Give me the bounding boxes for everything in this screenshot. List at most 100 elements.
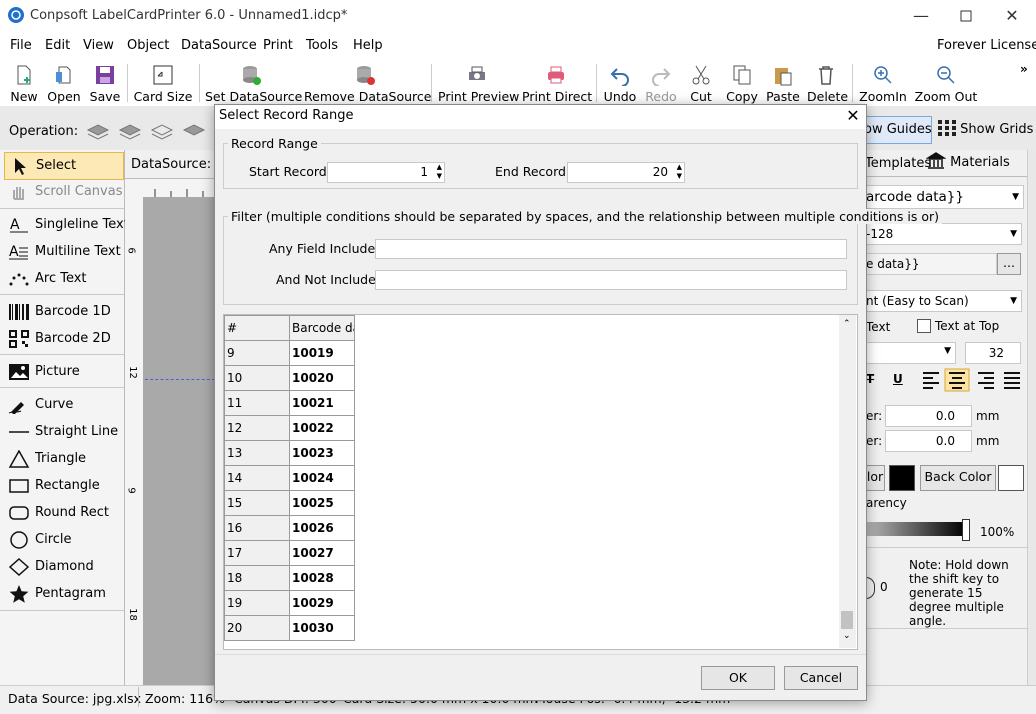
barcode-cell[interactable]: 10030: [289, 615, 355, 641]
back-color-swatch[interactable]: [998, 465, 1024, 491]
strikethrough-button[interactable]: T: [866, 372, 874, 386]
records-grid[interactable]: # Barcode dat 91001910100201110021121002…: [223, 314, 858, 650]
tool-curve[interactable]: Curve: [4, 392, 122, 418]
transparency-slider[interactable]: [865, 522, 965, 536]
ok-button[interactable]: OK: [701, 666, 775, 690]
barcode-cell[interactable]: 10028: [289, 565, 355, 591]
any-field-input[interactable]: [375, 239, 847, 259]
tool-rectangle[interactable]: Rectangle: [4, 473, 122, 499]
tool-triangle[interactable]: Triangle: [4, 446, 122, 472]
table-row[interactable]: 13 10023: [224, 440, 355, 466]
print-preview-button[interactable]: Print Preview: [438, 64, 519, 104]
remove-datasource-button[interactable]: Remove DataSource: [304, 64, 431, 104]
transparency-slider-handle[interactable]: [962, 519, 970, 541]
menu-view[interactable]: View: [83, 38, 114, 53]
delete-button[interactable]: Delete: [807, 64, 848, 104]
tool-multiline-text[interactable]: A Multiline Text: [4, 239, 122, 265]
table-row[interactable]: 12 10022: [224, 415, 355, 441]
barcode-type-select[interactable]: -128 ▼: [865, 223, 1022, 245]
row-number[interactable]: 13: [224, 440, 290, 466]
row-number[interactable]: 11: [224, 390, 290, 416]
undo-button[interactable]: Undo: [602, 64, 638, 104]
toolbar-overflow-icon[interactable]: »: [1020, 62, 1028, 76]
tool-round-rect[interactable]: Round Rect: [4, 500, 122, 526]
table-row[interactable]: 16 10026: [224, 515, 355, 541]
row-number[interactable]: 14: [224, 465, 290, 491]
tool-straight-line[interactable]: Straight Line: [4, 419, 122, 445]
row-number[interactable]: 10: [224, 365, 290, 391]
menu-print[interactable]: Print: [263, 38, 293, 53]
cut-button[interactable]: Cut: [686, 64, 716, 104]
table-row[interactable]: 15 10025: [224, 490, 355, 516]
paste-button[interactable]: Paste: [765, 64, 801, 104]
row-number[interactable]: 12: [224, 415, 290, 441]
save-button[interactable]: Save: [88, 64, 122, 104]
tab-templates[interactable]: Templates: [865, 156, 931, 171]
tool-diamond[interactable]: Diamond: [4, 554, 122, 580]
table-row[interactable]: 10 10020: [224, 365, 355, 391]
barcode-cell[interactable]: 10021: [289, 390, 355, 416]
table-row[interactable]: 11 10021: [224, 390, 355, 416]
right-panel-scrollbar[interactable]: [1027, 150, 1036, 685]
fore-color-swatch[interactable]: [889, 465, 915, 491]
font-size-spinner[interactable]: 32: [965, 342, 1021, 364]
offset1-spinner[interactable]: 0.0: [885, 405, 972, 427]
font-family-select[interactable]: ▼: [865, 342, 956, 364]
back-color-button[interactable]: Back Color: [920, 465, 996, 491]
tool-singleline-text[interactable]: A Singleline Text: [4, 212, 129, 238]
open-button[interactable]: Open: [45, 64, 83, 104]
spinner-arrows-icon[interactable]: ▲ ▼: [437, 163, 442, 181]
card-size-button[interactable]: Card Size: [133, 64, 193, 104]
barcode-cell[interactable]: 10020: [289, 365, 355, 391]
row-number[interactable]: 9: [224, 340, 290, 366]
show-guides-toggle[interactable]: ow Guides: [863, 116, 932, 144]
row-number[interactable]: 20: [224, 615, 290, 641]
scrollbar-thumb[interactable]: [841, 611, 853, 629]
maximize-button[interactable]: [956, 6, 976, 26]
grid-scrollbar[interactable]: ⌃ ⌄: [839, 315, 856, 648]
table-row[interactable]: 17 10027: [224, 540, 355, 566]
fore-color-button[interactable]: lor: [865, 465, 885, 491]
offset2-spinner[interactable]: 0.0: [885, 430, 972, 452]
barcode-cell[interactable]: 10019: [289, 340, 355, 366]
show-grids-toggle[interactable]: Show Grids: [938, 120, 1033, 137]
tool-scroll-canvas[interactable]: Scroll Canvas: [4, 179, 122, 205]
more-button[interactable]: ...: [997, 253, 1021, 275]
redo-button[interactable]: Redo: [644, 64, 678, 104]
tab-materials[interactable]: Materials: [925, 152, 1010, 174]
spinner-arrows-icon[interactable]: ▲ ▼: [677, 163, 682, 181]
new-button[interactable]: New: [8, 64, 40, 104]
text-align-buttons[interactable]: [920, 368, 1022, 392]
set-datasource-button[interactable]: Set DataSource: [205, 64, 302, 104]
grid-header-barcode[interactable]: Barcode dat: [289, 315, 355, 341]
menu-file[interactable]: File: [10, 38, 32, 53]
barcode-cell[interactable]: 10026: [289, 515, 355, 541]
barcode-cell[interactable]: 10029: [289, 590, 355, 616]
menu-tools[interactable]: Tools: [306, 38, 338, 53]
menu-help[interactable]: Help: [353, 38, 383, 53]
barcode-cell[interactable]: 10024: [289, 465, 355, 491]
copy-button[interactable]: Copy: [724, 64, 760, 104]
tool-select[interactable]: Select: [4, 152, 124, 180]
row-number[interactable]: 15: [224, 490, 290, 516]
row-number[interactable]: 18: [224, 565, 290, 591]
row-number[interactable]: 19: [224, 590, 290, 616]
underline-button[interactable]: U: [893, 372, 903, 386]
barcode-data-select[interactable]: arcode data}} ▼: [865, 185, 1024, 209]
print-direct-button[interactable]: Print Direct: [522, 64, 592, 104]
cancel-button[interactable]: Cancel: [784, 666, 858, 690]
minimize-button[interactable]: —: [911, 6, 931, 26]
end-record-spinner[interactable]: 20 ▲ ▼: [567, 162, 685, 183]
row-number[interactable]: 16: [224, 515, 290, 541]
dialog-close-button[interactable]: ✕: [841, 105, 865, 127]
tool-picture[interactable]: Picture: [4, 359, 122, 385]
menu-object[interactable]: Object: [127, 38, 169, 53]
grid-header-number[interactable]: #: [224, 315, 290, 341]
not-include-input[interactable]: [375, 270, 847, 290]
text-at-top-checkbox[interactable]: [917, 319, 931, 333]
close-window-button[interactable]: ✕: [1002, 6, 1022, 26]
tool-barcode-2d[interactable]: Barcode 2D: [4, 326, 122, 352]
readability-select[interactable]: nt (Easy to Scan) ▼: [865, 290, 1022, 312]
menu-edit[interactable]: Edit: [45, 38, 70, 53]
table-row[interactable]: 20 10030: [224, 615, 355, 641]
